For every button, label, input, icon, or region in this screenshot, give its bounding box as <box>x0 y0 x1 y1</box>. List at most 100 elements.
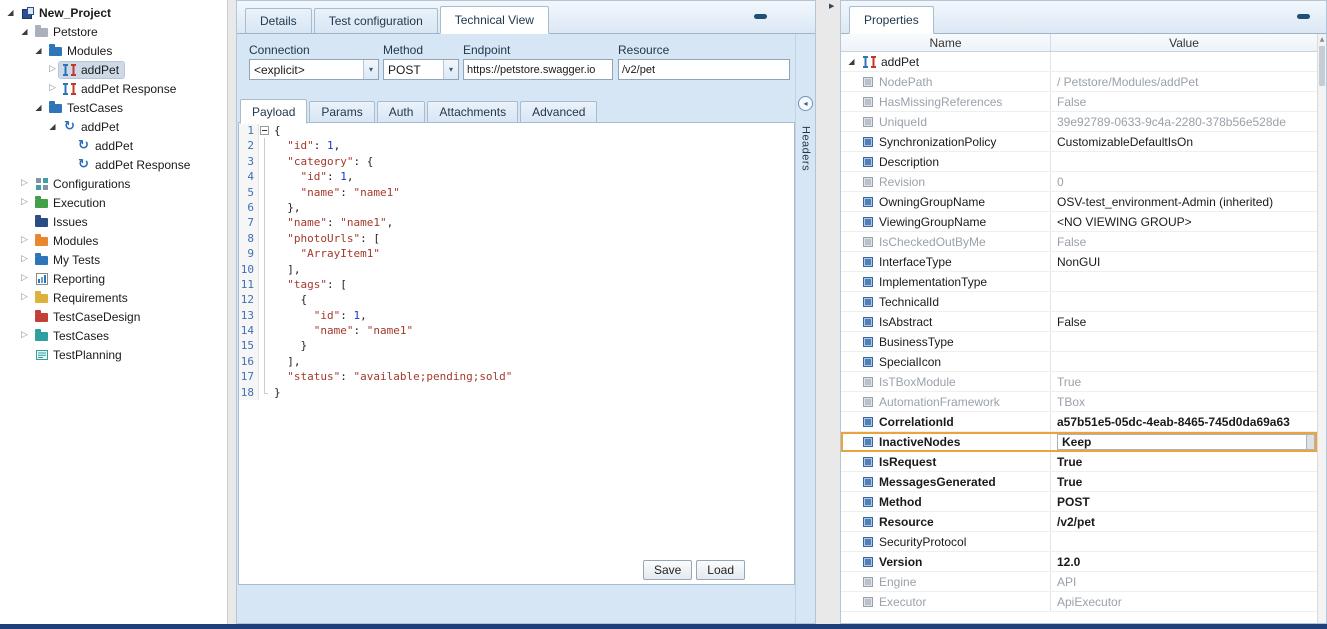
code-line[interactable]: 7 "name": "name1", <box>239 215 794 230</box>
property-row-implementationtype[interactable]: ImplementationType <box>841 272 1317 292</box>
auto-hide-icon[interactable] <box>754 14 767 19</box>
expand-arrow-icon[interactable]: ▷ <box>18 236 31 245</box>
property-row-isrequest[interactable]: IsRequestTrue <box>841 452 1317 472</box>
subtab-attachments[interactable]: Attachments <box>427 101 518 123</box>
property-row-inactivenodes[interactable]: InactiveNodesKeep <box>841 432 1317 452</box>
expand-headers-button[interactable]: ◂ <box>798 96 813 111</box>
endpoint-input[interactable] <box>463 59 613 80</box>
property-row-engine[interactable]: EngineAPI <box>841 572 1317 592</box>
property-row-ischeckedoutbyme[interactable]: IsCheckedOutByMeFalse <box>841 232 1317 252</box>
property-value-cell[interactable] <box>1051 152 1317 171</box>
tree-item-issues[interactable]: Issues <box>0 212 227 231</box>
property-row-messagesgenerated[interactable]: MessagesGeneratedTrue <box>841 472 1317 492</box>
property-row-description[interactable]: Description <box>841 152 1317 172</box>
property-row-version[interactable]: Version12.0 <box>841 552 1317 572</box>
property-value-cell[interactable]: 0 <box>1051 172 1317 191</box>
tree-node-body[interactable]: Requirements <box>31 290 133 306</box>
tree-node-body[interactable]: Execution <box>31 195 111 211</box>
tree-item-new-project[interactable]: ◢New_Project <box>0 3 227 22</box>
tree-item-petstore[interactable]: ◢Petstore <box>0 22 227 41</box>
expand-arrow-icon[interactable]: ▷ <box>18 274 31 283</box>
property-value-cell[interactable] <box>1051 532 1317 551</box>
property-row-method[interactable]: MethodPOST <box>841 492 1317 512</box>
expand-arrow-icon[interactable]: ▷ <box>46 84 59 93</box>
tree-node-body[interactable]: Modules <box>31 233 103 249</box>
resource-input[interactable] <box>618 59 790 80</box>
property-value-cell[interactable]: OSV-test_environment-Admin (inherited) <box>1051 192 1317 211</box>
property-value-cell[interactable]: / Petstore/Modules/addPet <box>1051 72 1317 91</box>
collapse-arrow-icon[interactable]: ◢ <box>32 47 45 55</box>
properties-root-row[interactable]: ◢addPet <box>841 52 1317 72</box>
tree-node-body[interactable]: Modules <box>45 43 117 59</box>
code-line[interactable]: 1{ <box>239 123 794 138</box>
tree-node-body[interactable]: Petstore <box>31 24 103 40</box>
expand-arrow-icon[interactable]: ▷ <box>18 255 31 264</box>
collapse-arrow-icon[interactable]: ◢ <box>46 123 59 131</box>
collapse-arrow-icon[interactable]: ◢ <box>18 28 31 36</box>
property-row-istboxmodule[interactable]: IsTBoxModuleTrue <box>841 372 1317 392</box>
tree-item-testcases[interactable]: ▷TestCases <box>0 326 227 345</box>
inactive-nodes-editor[interactable]: Keep <box>1057 434 1307 450</box>
tree-node-body[interactable]: Reporting <box>31 271 110 287</box>
code-line[interactable]: 11 "tags": [ <box>239 277 794 292</box>
scrollbar[interactable]: ▲ <box>1317 34 1326 623</box>
expand-arrow-icon[interactable]: ▷ <box>18 331 31 340</box>
collapse-arrow-icon[interactable]: ◢ <box>32 104 45 112</box>
method-select[interactable]: POST ▾ <box>383 59 459 80</box>
property-value-cell[interactable]: False <box>1051 92 1317 111</box>
tree-node-body[interactable]: TestCaseDesign <box>31 309 145 325</box>
property-value-cell[interactable]: True <box>1051 472 1317 491</box>
tree-node-body[interactable]: TestCases <box>45 100 128 116</box>
tree-node-body[interactable]: ↻addPet Response <box>73 157 195 173</box>
tree-item-modules[interactable]: ▷Modules <box>0 231 227 250</box>
tree-node-body[interactable]: Configurations <box>31 176 135 192</box>
code-line[interactable]: 6 }, <box>239 200 794 215</box>
property-row-isabstract[interactable]: IsAbstractFalse <box>841 312 1317 332</box>
tree-node-body[interactable]: addPet <box>59 62 124 78</box>
property-value-cell[interactable] <box>1051 52 1317 71</box>
code-line[interactable]: 15 } <box>239 338 794 353</box>
property-row-automationframework[interactable]: AutomationFrameworkTBox <box>841 392 1317 412</box>
tree-node-body[interactable]: TestPlanning <box>31 347 127 363</box>
expand-arrow-icon[interactable]: ▷ <box>46 65 59 74</box>
tab-test-configuration[interactable]: Test configuration <box>314 8 438 33</box>
tab-properties[interactable]: Properties <box>849 6 934 34</box>
tree-item-configurations[interactable]: ▷Configurations <box>0 174 227 193</box>
fold-collapse-icon[interactable] <box>259 123 272 138</box>
property-row-interfacetype[interactable]: InterfaceTypeNonGUI <box>841 252 1317 272</box>
property-value-cell[interactable]: <NO VIEWING GROUP> <box>1051 212 1317 231</box>
property-row-revision[interactable]: Revision0 <box>841 172 1317 192</box>
expand-arrow-icon[interactable]: ▷ <box>18 179 31 188</box>
save-button[interactable]: Save <box>643 560 692 580</box>
code-line[interactable]: 17 "status": "available;pending;sold" <box>239 369 794 384</box>
code-line[interactable]: 10 ], <box>239 262 794 277</box>
subtab-payload[interactable]: Payload <box>240 99 307 124</box>
tree-node-body[interactable]: Issues <box>31 214 93 230</box>
property-row-owninggroupname[interactable]: OwningGroupNameOSV-test_environment-Admi… <box>841 192 1317 212</box>
tree-node-body[interactable]: ↻addPet <box>73 138 138 154</box>
code-line[interactable]: 16 ], <box>239 354 794 369</box>
tree-item-addpet[interactable]: ↻addPet <box>0 136 227 155</box>
code-line[interactable]: 8 "photoUrls": [ <box>239 231 794 246</box>
subtab-auth[interactable]: Auth <box>377 101 426 123</box>
code-line[interactable]: 9 "ArrayItem1" <box>239 246 794 261</box>
dropdown-arrow-icon[interactable]: ▾ <box>363 60 378 79</box>
code-line[interactable]: 5 "name": "name1" <box>239 185 794 200</box>
connection-select[interactable]: <explicit> ▾ <box>249 59 379 80</box>
scrollbar-up-icon[interactable]: ▲ <box>1318 34 1326 44</box>
property-value-cell[interactable]: 12.0 <box>1051 552 1317 571</box>
property-value-cell[interactable] <box>1051 272 1317 291</box>
headers-collapsed-panel[interactable]: ◂ Headers <box>795 34 815 623</box>
expand-arrow-icon[interactable]: ▷ <box>18 198 31 207</box>
property-row-correlationid[interactable]: CorrelationIda57b51e5-05dc-4eab-8465-745… <box>841 412 1317 432</box>
column-header-value[interactable]: Value <box>1051 34 1317 51</box>
tree-item-reporting[interactable]: ▷Reporting <box>0 269 227 288</box>
tree-item-execution[interactable]: ▷Execution <box>0 193 227 212</box>
tree-item-testplanning[interactable]: TestPlanning <box>0 345 227 364</box>
property-value-cell[interactable]: True <box>1051 452 1317 471</box>
property-value-cell[interactable]: /v2/pet <box>1051 512 1317 531</box>
dropdown-arrow-icon[interactable]: ▾ <box>443 60 458 79</box>
property-value-cell[interactable]: CustomizableDefaultIsOn <box>1051 132 1317 151</box>
scrollbar-thumb[interactable] <box>1319 46 1325 86</box>
tree-item-testcasedesign[interactable]: TestCaseDesign <box>0 307 227 326</box>
